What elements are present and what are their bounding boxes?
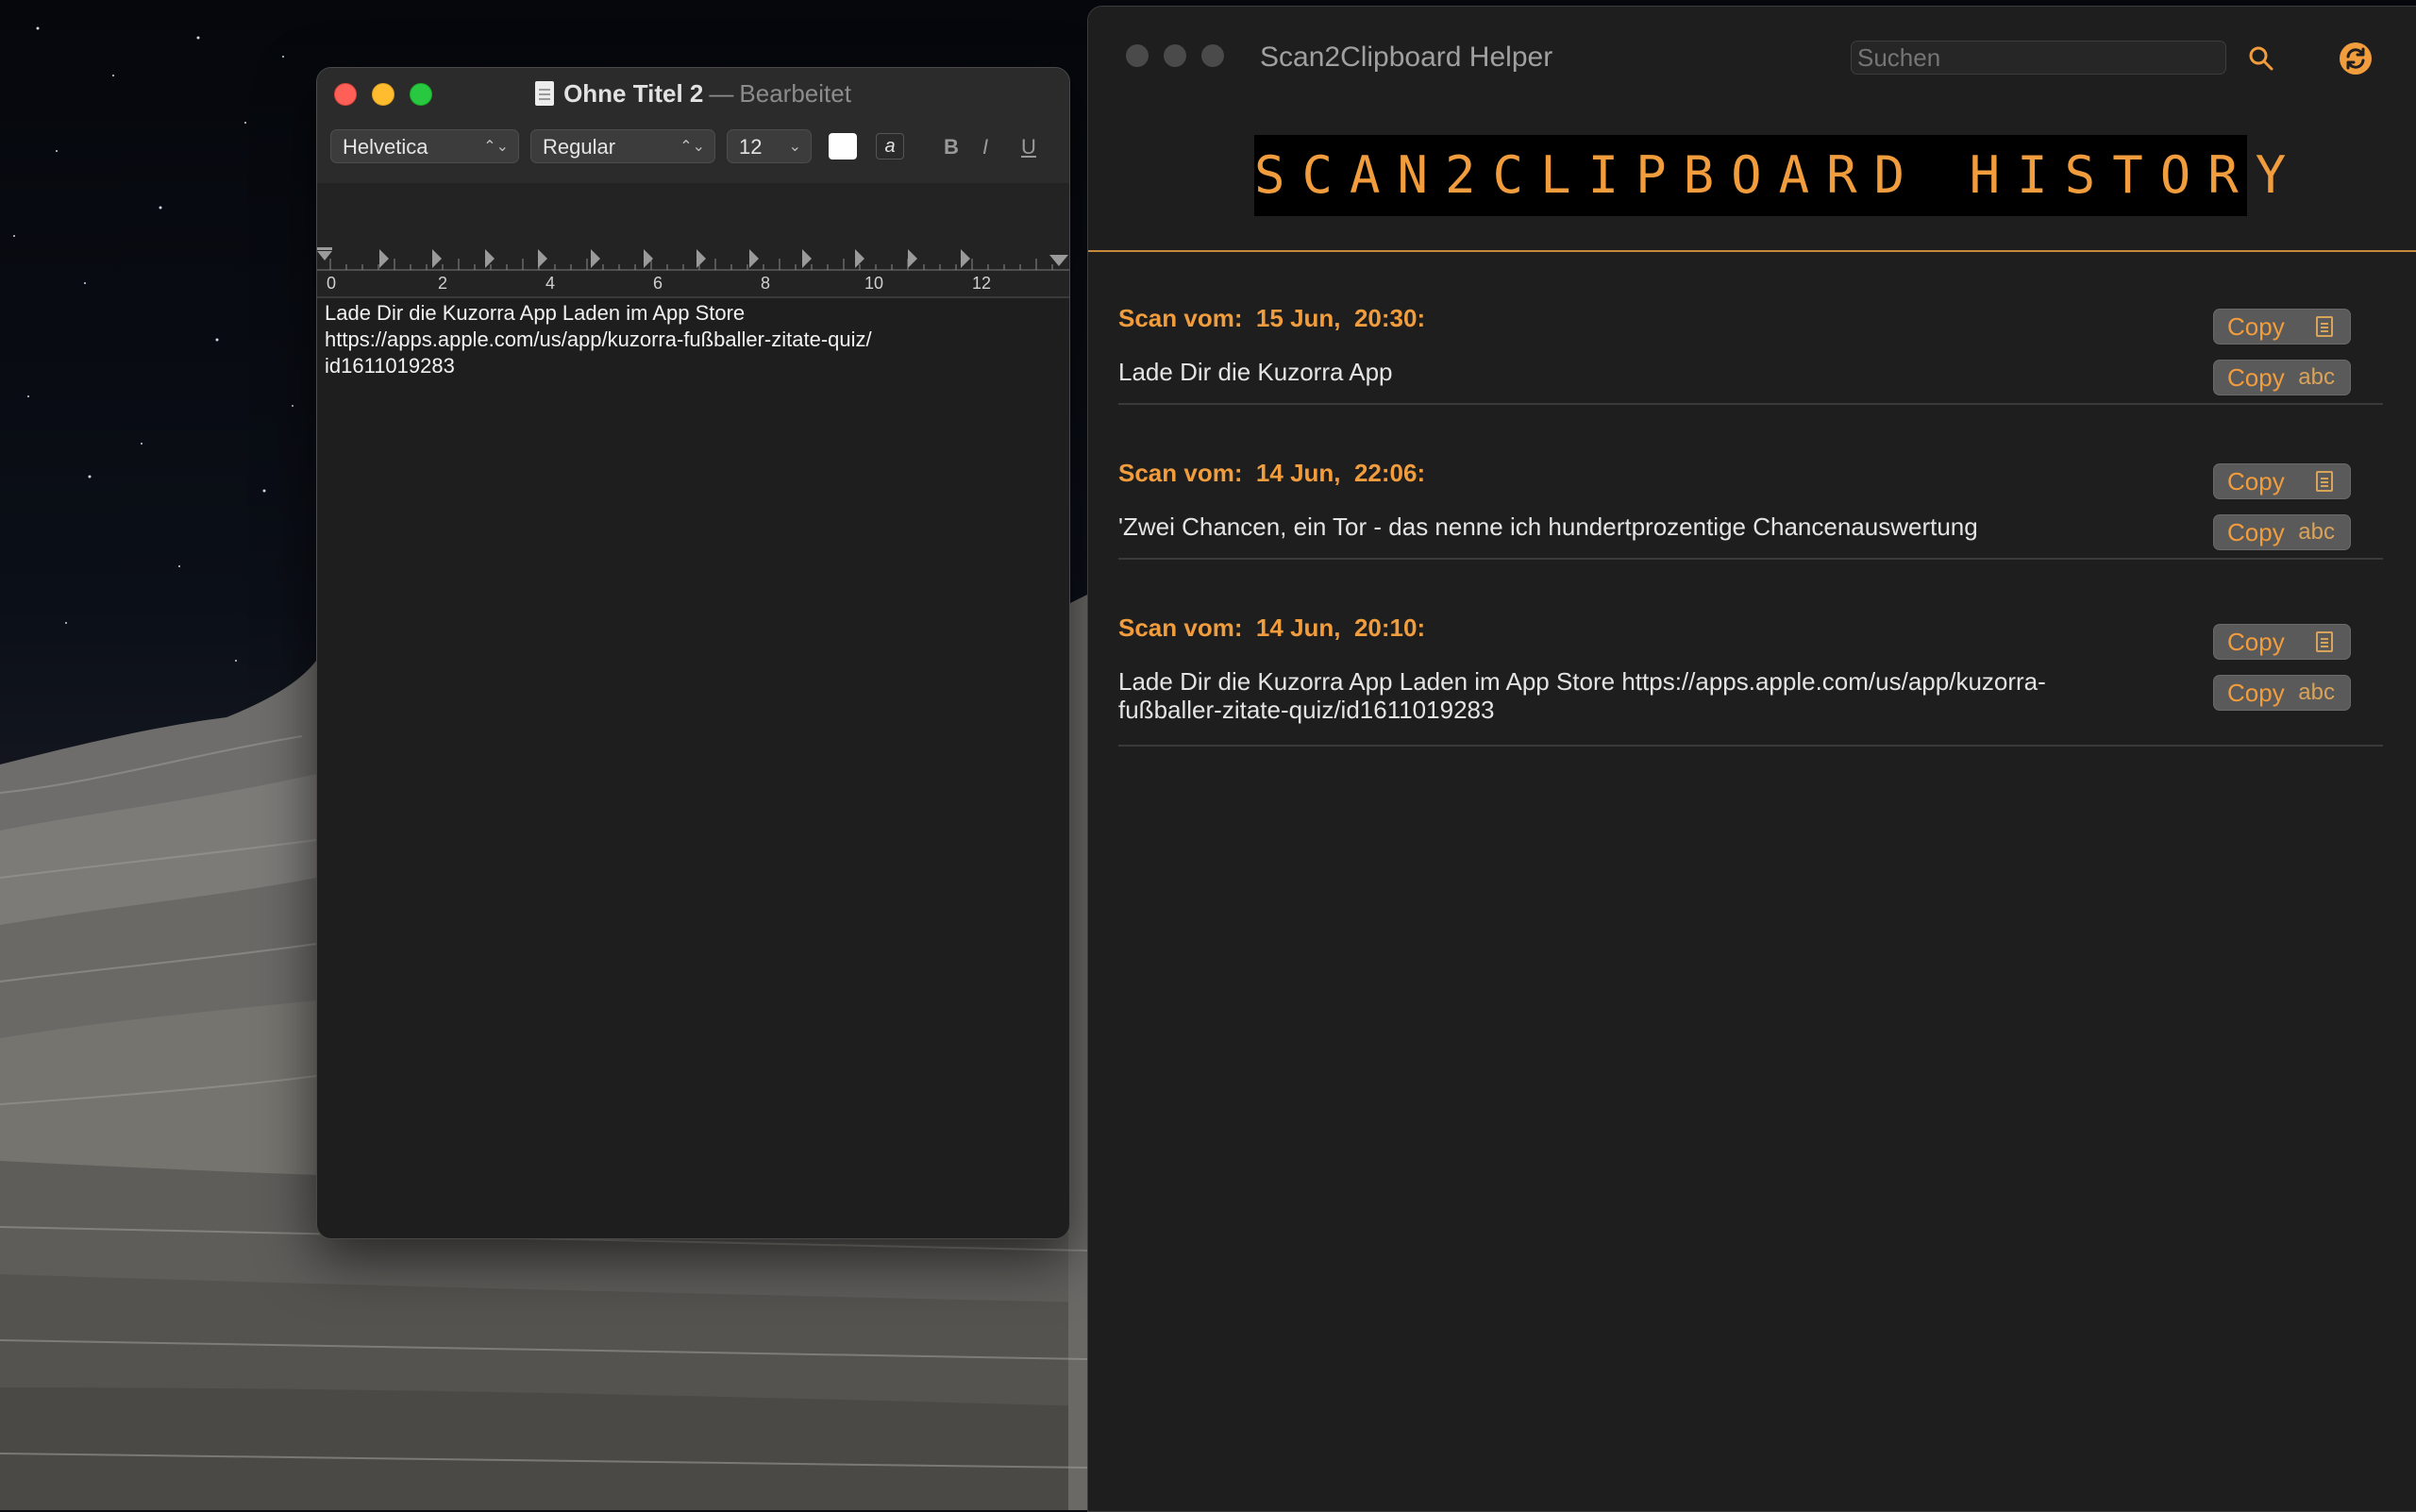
- refresh-icon[interactable]: [2338, 41, 2374, 76]
- scan-text: 'Zwei Chancen, ein Tor - das nenne ich h…: [1118, 512, 1978, 541]
- ruler-label: 12: [972, 274, 992, 293]
- scan2clipboard-window: Scan2Clipboard Helper SCAN2CLIPBOARD HIS…: [1087, 6, 2416, 1512]
- list-item: Scan vom: 14 Jun, 20:10: Lade Dir die Ku…: [1118, 560, 2383, 747]
- history-banner: SCAN2CLIPBOARD HISTORY: [1254, 135, 2304, 216]
- document-name: Ohne Titel 2: [563, 79, 704, 108]
- chevron-updown-icon: ⌃⌄: [680, 139, 705, 155]
- textedit-titlebar[interactable]: Ohne Titel 2— Bearbeitet Helvetica ⌃⌄ Reg…: [317, 68, 1069, 184]
- title-separator: —: [709, 79, 734, 108]
- zoom-button[interactable]: [1201, 44, 1224, 67]
- copy-rich-button[interactable]: Copy: [2213, 463, 2351, 499]
- window-title: Ohne Titel 2— Bearbeitet: [317, 77, 1069, 109]
- close-button[interactable]: [1126, 44, 1149, 67]
- scan2clipboard-titlebar[interactable]: Scan2Clipboard Helper: [1088, 7, 2416, 135]
- search-input[interactable]: [1851, 41, 2226, 75]
- copy-label: Copy: [2227, 363, 2285, 392]
- document-text-area[interactable]: Lade Dir die Kuzorra App Laden im App St…: [325, 300, 1061, 379]
- copy-text-button[interactable]: Copy abc: [2213, 514, 2351, 550]
- textedit-window: Ohne Titel 2— Bearbeitet Helvetica ⌃⌄ Reg…: [316, 67, 1070, 1239]
- font-family-value: Helvetica: [343, 135, 428, 159]
- text-color-well[interactable]: [829, 133, 857, 160]
- scan-header: Scan vom: 14 Jun, 20:10:: [1118, 613, 1426, 642]
- edited-status: Bearbeitet: [739, 79, 851, 108]
- ruler-label: 4: [545, 274, 556, 293]
- italic-button[interactable]: I: [982, 131, 988, 163]
- window-title: Scan2Clipboard Helper: [1260, 42, 1553, 73]
- underline-button[interactable]: U: [1021, 131, 1036, 163]
- copy-label: Copy: [2227, 467, 2285, 496]
- font-style-select[interactable]: Regular ⌃⌄: [530, 129, 715, 163]
- scan-header: Scan vom: 15 Jun, 20:30:: [1118, 304, 1426, 332]
- bold-button[interactable]: B: [944, 131, 959, 163]
- banner-title: SCAN2CLIPBOARD HISTORY: [1254, 145, 2304, 205]
- clipboard-icon: [2316, 631, 2333, 652]
- copy-label: Copy: [2227, 628, 2285, 656]
- ruler[interactable]: 0 2 4 6 8 10 12: [317, 183, 1069, 298]
- ruler-label: 8: [761, 274, 771, 293]
- copy-label: Copy: [2227, 679, 2285, 707]
- ruler-label: 6: [653, 274, 663, 293]
- ruler-label: 2: [438, 274, 448, 293]
- search-icon[interactable]: [2247, 44, 2275, 73]
- font-size-value: 12: [739, 135, 763, 159]
- document-icon: [535, 81, 555, 106]
- scan-header: Scan vom: 14 Jun, 22:06:: [1118, 459, 1426, 487]
- copy-rich-button[interactable]: Copy: [2213, 624, 2351, 660]
- copy-label: Copy: [2227, 518, 2285, 546]
- font-style-value: Regular: [543, 135, 616, 159]
- copy-text-suffix: abc: [2298, 680, 2335, 705]
- chevron-down-icon: ⌄: [788, 139, 801, 155]
- scan-history-list: Scan vom: 15 Jun, 20:30: Lade Dir die Ku…: [1118, 299, 2383, 747]
- clipboard-icon: [2316, 471, 2333, 492]
- ruler-label: 10: [864, 274, 884, 293]
- minimize-button[interactable]: [1164, 44, 1186, 67]
- scan-text: Lade Dir die Kuzorra App Laden im App St…: [1118, 667, 2046, 724]
- ruler-graphic: [317, 183, 1069, 298]
- chevron-updown-icon: ⌃⌄: [483, 139, 509, 155]
- header-divider: [1088, 250, 2416, 252]
- copy-rich-button[interactable]: Copy: [2213, 309, 2351, 344]
- font-size-combobox[interactable]: 12 ⌄: [727, 129, 812, 163]
- clipboard-icon: [2316, 316, 2333, 337]
- copy-label: Copy: [2227, 312, 2285, 341]
- copy-text-suffix: abc: [2298, 364, 2335, 390]
- copy-text-button[interactable]: Copy abc: [2213, 675, 2351, 711]
- background-color-well[interactable]: a: [876, 133, 904, 160]
- ruler-label: 0: [327, 274, 337, 293]
- list-item: Scan vom: 14 Jun, 22:06: 'Zwei Chancen, …: [1118, 405, 2383, 560]
- scan-text: Lade Dir die Kuzorra App: [1118, 358, 1393, 386]
- list-item: Scan vom: 15 Jun, 20:30: Lade Dir die Ku…: [1118, 299, 2383, 405]
- copy-text-suffix: abc: [2298, 519, 2335, 545]
- font-family-select[interactable]: Helvetica ⌃⌄: [330, 129, 519, 163]
- copy-text-button[interactable]: Copy abc: [2213, 360, 2351, 395]
